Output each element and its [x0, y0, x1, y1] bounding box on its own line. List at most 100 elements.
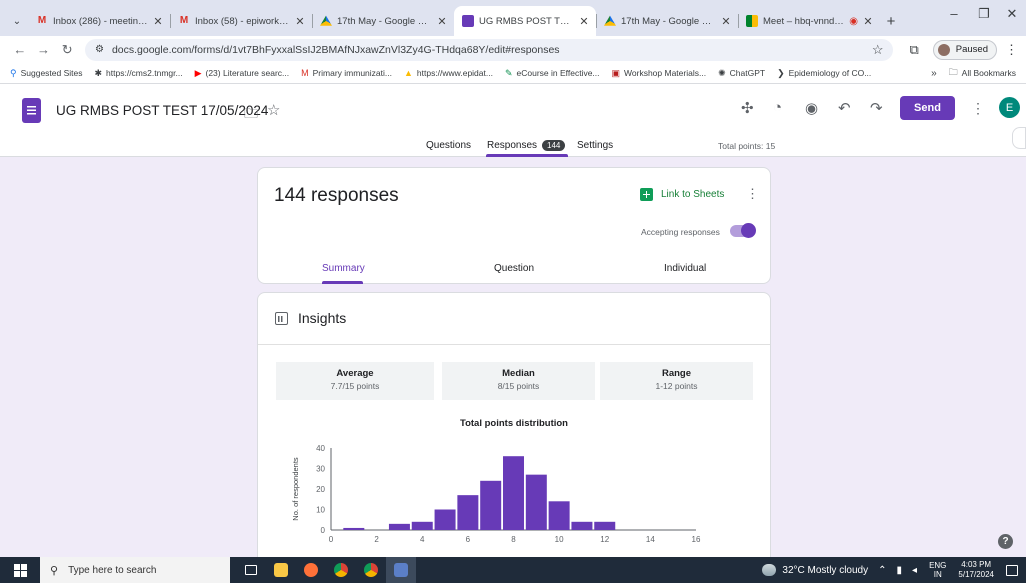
forms-icon	[462, 15, 474, 27]
bookmark-item[interactable]: ⚲ Suggested Sites	[10, 68, 83, 79]
bookmark-label: Suggested Sites	[20, 68, 83, 78]
link-to-sheets-label: Link to Sheets	[661, 189, 725, 200]
bookmark-item[interactable]: ▶ (23) Literature searc...	[195, 68, 290, 79]
tray-chevron-icon[interactable]: ⌃	[878, 565, 886, 576]
help-icon[interactable]: ?	[998, 534, 1013, 549]
minimize-icon[interactable]: –	[940, 6, 968, 21]
bookmark-label: ChatGPT	[729, 68, 766, 78]
subtab-individual[interactable]: Individual	[664, 263, 706, 274]
redo-icon[interactable]: ↷	[870, 99, 883, 117]
volume-icon[interactable]: ◂	[912, 565, 917, 576]
file-explorer-icon[interactable]	[266, 557, 296, 583]
bookmark-item[interactable]: ❯ Epidemiology of CO...	[777, 68, 871, 79]
browser-menu-icon[interactable]: ⋮	[1005, 42, 1018, 58]
bookmark-star-icon[interactable]: ☆	[872, 42, 884, 58]
addons-puzzle-icon[interactable]: ✣	[741, 99, 754, 117]
tab-questions[interactable]: Questions	[426, 140, 471, 151]
browser-tab-title: 17th May - Google Drive	[337, 15, 432, 27]
taskbar-search-placeholder: Type here to search	[68, 564, 157, 576]
chart-title: Total points distribution	[459, 418, 568, 429]
subtab-question[interactable]: Question	[494, 263, 534, 274]
form-title[interactable]: UG RMBS POST TEST 17/05/2024	[56, 103, 268, 118]
subtab-summary[interactable]: Summary	[322, 263, 365, 274]
reload-icon[interactable]: ↻	[55, 42, 79, 58]
send-button[interactable]: Send	[900, 96, 955, 120]
close-tab-icon[interactable]: ✕	[294, 15, 306, 28]
youtube-icon: ▶	[194, 67, 202, 78]
x-tick-label: 14	[646, 535, 655, 544]
address-bar[interactable]: ⚙ docs.google.com/forms/d/1vt7BhFyxxalSs…	[84, 38, 894, 61]
microphone-icon[interactable]: ▮	[897, 565, 903, 576]
total-points-label: Total points: 15	[718, 141, 776, 151]
browser-tab[interactable]: M Inbox (286) - meeting@lib ✕	[28, 6, 170, 36]
undo-icon[interactable]: ↶	[838, 99, 851, 117]
forms-app-icon[interactable]	[386, 557, 416, 583]
tab-settings[interactable]: Settings	[577, 140, 613, 151]
side-panel-handle[interactable]	[1012, 127, 1026, 149]
tab-responses-label: Responses	[487, 140, 538, 151]
drive-icon: ▲	[403, 68, 413, 78]
new-tab-button[interactable]: +	[880, 6, 902, 36]
browser-tab-title: 17th May - Google Drive	[621, 15, 716, 27]
responses-more-icon[interactable]: ⋮	[746, 186, 759, 202]
close-window-icon[interactable]: ✕	[998, 6, 1026, 22]
extensions-icon[interactable]: ⧉	[909, 42, 918, 58]
link-to-sheets-button[interactable]: Link to Sheets	[640, 188, 724, 201]
customize-theme-palette-icon[interactable]: ◔	[773, 99, 782, 116]
profile-button[interactable]: Paused	[932, 39, 997, 60]
weather-widget[interactable]: 32°C Mostly cloudy	[762, 564, 868, 576]
back-icon[interactable]: ←	[8, 42, 32, 57]
bookmark-item[interactable]: ▣ Workshop Materials...	[612, 68, 707, 79]
google-forms-logo-icon[interactable]	[22, 98, 41, 123]
notifications-icon[interactable]	[1006, 564, 1018, 576]
bookmark-item[interactable]: M Primary immunizati...	[301, 68, 392, 79]
close-tab-icon[interactable]: ✕	[436, 15, 448, 28]
close-tab-icon[interactable]: ✕	[862, 15, 874, 28]
bookmark-item[interactable]: ✱ https://cms2.tnmgr...	[95, 68, 183, 79]
stat-value: 7.7/15 points	[330, 381, 380, 391]
bookmark-item[interactable]: ✎ eCourse in Effective...	[505, 68, 600, 79]
browser-tab-title: Inbox (58) - epiworkshop@	[195, 15, 290, 27]
forward-icon[interactable]: →	[32, 42, 56, 57]
all-bookmarks-folder[interactable]: 🗀 All Bookmarks	[949, 65, 1016, 81]
restore-icon[interactable]: ❐	[970, 6, 998, 22]
tab-search-chevron-icon[interactable]: ⌄	[6, 6, 28, 36]
user-avatar[interactable]: E	[999, 97, 1020, 118]
tab-responses[interactable]: Responses 144	[487, 140, 566, 151]
chrome-profile-icon[interactable]	[356, 557, 386, 583]
clock-time: 4:03 PM	[961, 560, 992, 569]
close-tab-icon[interactable]: ✕	[152, 15, 164, 28]
firefox-icon[interactable]	[296, 557, 326, 583]
drive-icon	[320, 15, 332, 26]
browser-tab[interactable]: UG RMBS POST TEST 17/0 ✕	[454, 6, 596, 36]
x-tick-label: 10	[555, 535, 564, 544]
y-tick-label: 30	[316, 465, 325, 474]
x-tick-label: 6	[466, 535, 471, 544]
stat-average: Average 7.7/15 points	[276, 362, 434, 400]
language-indicator[interactable]: ENG IN	[929, 561, 946, 579]
recording-icon: ◉	[849, 15, 858, 27]
browser-tab[interactable]: M Inbox (58) - epiworkshop@ ✕	[170, 6, 312, 36]
start-button[interactable]	[0, 563, 40, 577]
preview-eye-icon[interactable]: ◉	[805, 99, 818, 117]
browser-tab[interactable]: 17th May - Google Drive ✕	[312, 6, 454, 36]
bookmark-item[interactable]: ▲ https://www.epidat...	[404, 68, 493, 79]
accepting-responses-toggle[interactable]	[730, 223, 756, 238]
clock[interactable]: 4:03 PM 5/17/2024	[958, 560, 994, 580]
browser-tab[interactable]: 17th May - Google Drive ✕	[596, 6, 738, 36]
close-tab-icon[interactable]: ✕	[720, 15, 732, 28]
more-options-icon[interactable]: ⋮	[971, 100, 985, 117]
all-bookmarks-label: All Bookmarks	[961, 68, 1016, 78]
move-to-folder-icon[interactable]: 🗀	[244, 103, 258, 127]
bookmark-item[interactable]: ✺ ChatGPT	[718, 68, 765, 79]
taskbar-search-box[interactable]: ⚲ Type here to search	[40, 557, 230, 583]
site-info-icon[interactable]: ⚙	[95, 44, 104, 55]
task-view-icon[interactable]	[236, 557, 266, 583]
browser-tab[interactable]: Meet – hbq-vnnd-qkv ◉ ✕	[738, 6, 880, 36]
more-bookmarks-icon[interactable]: »	[931, 68, 937, 79]
chrome-icon[interactable]	[326, 557, 356, 583]
star-icon[interactable]: ☆	[267, 101, 280, 119]
stat-label: Range	[661, 368, 692, 379]
close-tab-icon[interactable]: ✕	[578, 15, 590, 28]
chart-bar	[525, 474, 547, 530]
